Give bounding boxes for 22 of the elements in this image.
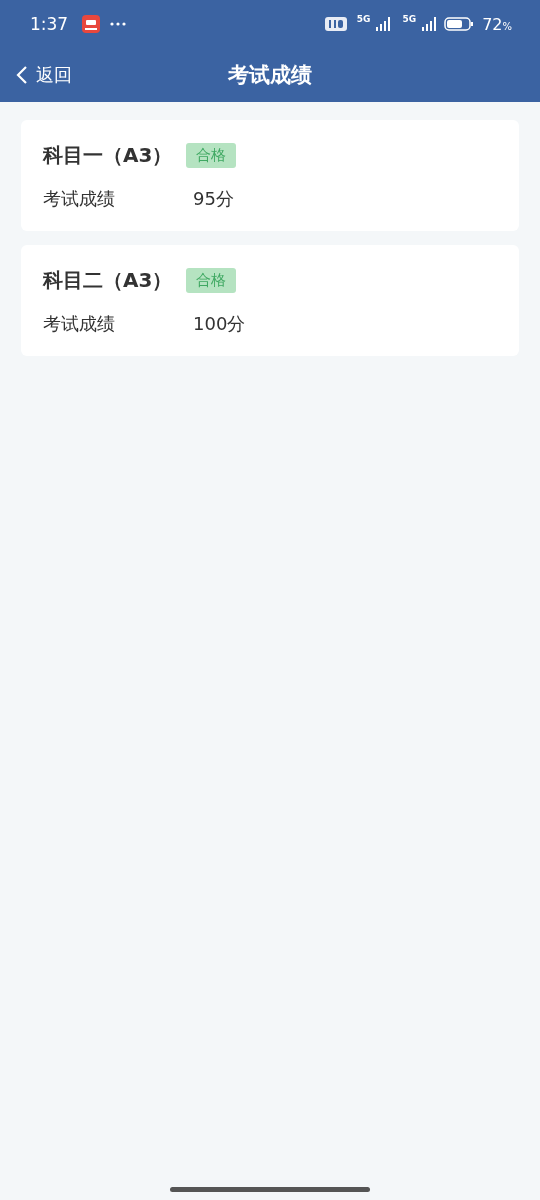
back-button[interactable]: 返回 xyxy=(16,63,72,87)
battery-icon xyxy=(444,17,475,31)
result-badge: 合格 xyxy=(186,143,237,168)
score-label: 考试成绩 xyxy=(43,187,116,211)
subject-title: 科目一（A3） xyxy=(43,142,173,169)
subject-title: 科目二（A3） xyxy=(43,267,173,294)
result-badge: 合格 xyxy=(186,268,237,293)
app-icon xyxy=(82,15,101,33)
score-value: 95分 xyxy=(193,187,234,211)
home-indicator[interactable] xyxy=(170,1187,370,1192)
signal-icon xyxy=(376,17,393,31)
hd-icon xyxy=(324,16,347,32)
score-value: 100分 xyxy=(193,312,246,336)
signal-icon xyxy=(422,17,439,31)
more-icon xyxy=(110,22,127,26)
page-title: 考试成绩 xyxy=(228,62,312,89)
score-label: 考试成绩 xyxy=(43,312,116,336)
chevron-left-icon xyxy=(16,65,28,85)
battery-percent: 72% xyxy=(482,14,512,34)
network-label: 5G xyxy=(402,14,417,24)
status-time: 1:37 xyxy=(30,14,69,34)
network-label: 5G xyxy=(356,14,371,24)
